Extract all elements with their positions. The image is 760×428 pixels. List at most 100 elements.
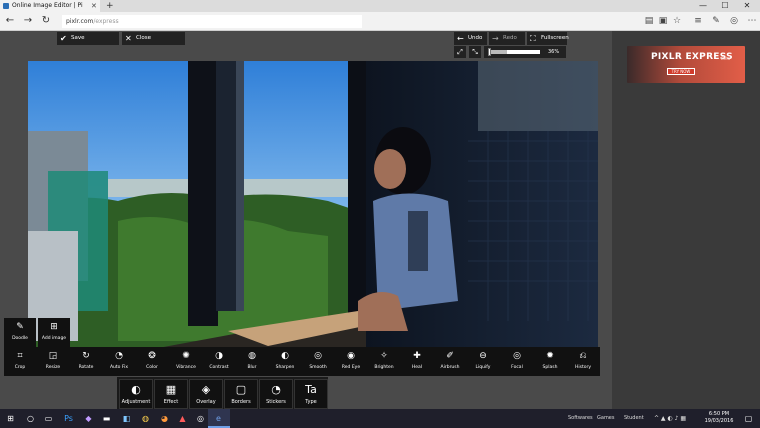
photoshop-icon[interactable]: Ps	[62, 412, 75, 425]
tool-doodle[interactable]: ✎ Doodle	[4, 318, 36, 347]
category-stickers[interactable]: ◔ Stickers	[259, 379, 293, 409]
tool-label: Add image	[41, 336, 67, 341]
tool-focal[interactable]: ◎ Focal	[501, 347, 533, 376]
tray-softwares[interactable]: Softwares	[568, 409, 593, 428]
firefox-icon[interactable]: ◕	[158, 412, 171, 425]
tray-student[interactable]: Student	[624, 409, 644, 428]
windows-taskbar: ⊞ ○ ▭ Ps ◆ ▬ ◧ ◍ ◕ ▲ ◎ e Softwares Games…	[0, 409, 760, 428]
tool-label: Brighten	[374, 365, 394, 370]
favorite-star-icon[interactable]: ☆	[670, 14, 684, 28]
tray-icons[interactable]: ^ ▲ ◐ ♪ ▦	[654, 409, 686, 428]
browser-tab[interactable]: Online Image Editor | Pi ✕	[0, 0, 100, 12]
heal-icon: ✚	[413, 351, 421, 361]
tool-brighten[interactable]: ✧ Brighten	[368, 347, 400, 376]
tool-label: Sharpen	[275, 365, 295, 370]
photo-canvas[interactable]	[28, 61, 598, 371]
category-label: Effect	[163, 399, 179, 405]
hub-icon[interactable]: ≡	[691, 14, 705, 28]
category-type[interactable]: Ta Type	[294, 379, 328, 409]
tool-label: Contrast	[209, 365, 229, 370]
clock-date: 19/03/2016	[704, 418, 734, 424]
fullscreen-button[interactable]: ⛶ Fullscreen	[527, 32, 569, 45]
tool-auto-fix[interactable]: ◔ Auto Fix	[103, 347, 135, 376]
category-overlay[interactable]: ◈ Overlay	[189, 379, 223, 409]
task-view-icon[interactable]: ▭	[42, 412, 55, 425]
category-borders[interactable]: ▢ Borders	[224, 379, 258, 409]
zoom-percent: 36%	[548, 49, 560, 55]
reading-view-icon[interactable]: ▤	[642, 14, 656, 28]
tool-label: Heal	[411, 365, 423, 370]
category-effect[interactable]: ▦ Effect	[154, 379, 188, 409]
tool-smooth[interactable]: ◎ Smooth	[302, 347, 334, 376]
taskbar-clock[interactable]: 6:50 PM 19/03/2016	[700, 411, 738, 425]
more-icon[interactable]: ⋯	[745, 14, 759, 28]
notification-icon[interactable]: ▢	[742, 412, 755, 425]
chrome-icon[interactable]: ◍	[139, 412, 152, 425]
tool-heal[interactable]: ✚ Heal	[401, 347, 433, 376]
fullscreen-icon: ⛶	[530, 34, 536, 43]
tool-label: Color	[146, 365, 158, 370]
tool-label: Smooth	[309, 365, 327, 370]
close-button[interactable]: ✕ Close	[122, 32, 185, 45]
save-label: Save	[71, 35, 85, 41]
back-icon[interactable]: ←	[3, 14, 17, 28]
reading-mode-icon[interactable]: ▣	[656, 14, 670, 28]
zoom-slider[interactable]: 36%	[484, 46, 566, 58]
actual-size-icon[interactable]: ⤡	[469, 46, 481, 58]
tab-title: Online Image Editor | Pi	[12, 2, 83, 9]
tool-airbrush[interactable]: ✐ Airbrush	[434, 347, 466, 376]
type-icon: Ta	[305, 383, 317, 396]
focal-icon: ◎	[513, 351, 521, 361]
tool-splash[interactable]: ✹ Splash	[534, 347, 566, 376]
share-icon[interactable]: ◎	[727, 14, 741, 28]
tool-label: Splash	[542, 365, 558, 370]
category-adjustment[interactable]: ◐ Adjustment	[119, 379, 153, 409]
save-button[interactable]: ✔ Save	[57, 32, 119, 45]
zoom-track[interactable]	[488, 48, 540, 56]
tool-rotate[interactable]: ↻ Rotate	[70, 347, 102, 376]
redo-button[interactable]: → Redo	[489, 32, 525, 45]
note-icon[interactable]: ✎	[709, 14, 723, 28]
visual-studio-icon[interactable]: ◆	[82, 412, 95, 425]
tool-label: Blur	[247, 365, 257, 370]
liquify-icon: ⊖	[479, 351, 487, 361]
start-icon[interactable]: ⊞	[4, 412, 17, 425]
zoom-thumb[interactable]	[488, 48, 491, 56]
tool-vibrance[interactable]: ✺ Vibrance	[170, 347, 202, 376]
tool-label: Crop	[14, 365, 26, 370]
address-bar[interactable]: pixlr.com/express	[62, 15, 362, 28]
store-icon[interactable]: ◧	[120, 412, 133, 425]
tool-blur[interactable]: ◍ Blur	[236, 347, 268, 376]
pixlr-ad-banner[interactable]: PIXLR EXPRESS Beta TRY NOW	[627, 46, 745, 83]
tool-contrast[interactable]: ◑ Contrast	[203, 347, 235, 376]
tool-history[interactable]: ⎌ History	[567, 347, 599, 376]
url-host: pixlr.com	[66, 18, 94, 25]
undo-button[interactable]: ← Undo	[454, 32, 487, 45]
tool-crop[interactable]: ⌗ Crop	[4, 347, 36, 376]
browser-nav-bar: ← → ↻ pixlr.com/express ▤ ▣ ☆ ≡ ✎ ◎ ⋯	[0, 12, 760, 31]
app-icon[interactable]: ▲	[176, 412, 189, 425]
minimize-icon[interactable]: —	[692, 0, 714, 12]
forward-icon[interactable]: →	[21, 14, 35, 28]
edge-taskbar-item[interactable]: e	[208, 409, 230, 428]
close-label: Close	[136, 35, 151, 41]
tool-sharpen[interactable]: ◐ Sharpen	[269, 347, 301, 376]
tray-games[interactable]: Games	[597, 409, 615, 428]
tool-resize[interactable]: ◲ Resize	[37, 347, 69, 376]
tool-color[interactable]: ❂ Color	[136, 347, 168, 376]
rotate-icon: ↻	[82, 351, 90, 361]
new-tab-icon[interactable]: +	[106, 0, 114, 12]
tool-liquify[interactable]: ⊖ Liquify	[467, 347, 499, 376]
media-icon[interactable]: ◎	[194, 412, 207, 425]
fit-screen-icon[interactable]: ⤢	[454, 46, 466, 58]
ad-try-button[interactable]: TRY NOW	[667, 68, 695, 75]
maximize-icon[interactable]: ☐	[714, 0, 736, 12]
cortana-icon[interactable]: ○	[24, 412, 37, 425]
tool-add-image[interactable]: ⊞ Add image	[38, 318, 70, 347]
file-explorer-icon[interactable]: ▬	[100, 412, 113, 425]
tool-red-eye[interactable]: ◉ Red Eye	[335, 347, 367, 376]
refresh-icon[interactable]: ↻	[39, 14, 53, 28]
red-eye-icon: ◉	[347, 351, 355, 361]
window-close-icon[interactable]: ✕	[736, 0, 758, 12]
tab-close-icon[interactable]: ✕	[91, 0, 97, 12]
